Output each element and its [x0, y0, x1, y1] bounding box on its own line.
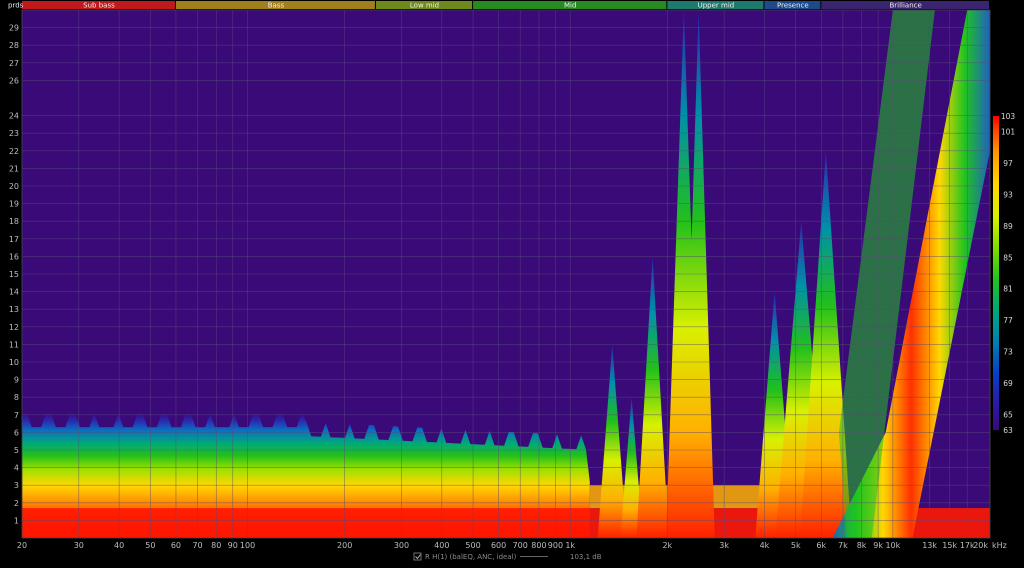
frequency-bands: Sub bass Bass Low mid Mid Upper mid Presence B… — [8, 1, 989, 10]
y-tick-24: 24 — [9, 112, 19, 121]
colorbar-tick-93: 93 — [1003, 191, 1013, 200]
band-label-6: Brilliance — [889, 2, 921, 10]
colorbar-tick-89: 89 — [1003, 222, 1013, 231]
legend-peak-value: 103,1 dB — [570, 553, 602, 561]
colorbar-tick-73: 73 — [1003, 348, 1013, 357]
y-tick-3: 3 — [14, 481, 19, 490]
y-tick-15: 15 — [9, 270, 19, 279]
x-tick-50: 50 — [145, 541, 155, 550]
band-label-3: Mid — [564, 2, 576, 10]
x-tick-1k: 1k — [565, 541, 575, 550]
spectrogram-chart: Sub bass Bass Low mid Mid Upper mid Presence B… — [8, 1, 1015, 561]
x-tick-400: 400 — [434, 541, 449, 550]
x-tick-5k: 5k — [791, 541, 801, 550]
x-tick-500: 500 — [465, 541, 480, 550]
x-tick-6k: 6k — [816, 541, 826, 550]
x-tick-800: 800 — [531, 541, 546, 550]
x-tick-15k: 15k — [942, 541, 957, 550]
y-tick-20: 20 — [9, 182, 19, 191]
y-tick-10: 10 — [9, 358, 19, 367]
colorbar-tick-77: 77 — [1003, 316, 1013, 325]
x-tick-20: 20 — [17, 541, 27, 550]
colorbar-tick-63: 63 — [1003, 426, 1013, 435]
legend: R H(1) (balEQ, ANC, ideal) 103,1 dB — [413, 552, 602, 561]
colorbar-tick-103: 103 — [1001, 112, 1016, 121]
x-tick-40: 40 — [114, 541, 124, 550]
y-tick-5: 5 — [14, 446, 19, 455]
y-tick-13: 13 — [9, 305, 19, 314]
x-tick-90: 90 — [228, 541, 238, 550]
band-label-5: Presence — [777, 2, 809, 10]
y-tick-19: 19 — [9, 200, 19, 209]
y-tick-6: 6 — [14, 428, 19, 437]
band-label-0: Sub bass — [83, 2, 115, 10]
band-label-2: Low mid — [410, 2, 439, 10]
y-tick-22: 22 — [9, 147, 19, 156]
y-tick-4: 4 — [14, 464, 19, 473]
x-tick-30: 30 — [74, 541, 84, 550]
x-tick-3k: 3k — [719, 541, 729, 550]
x-axis-ticks: 20 30 40 50 60 70 80 90 100 200 300 400 500 600 700 800… — [17, 541, 1007, 550]
checkmark-icon — [415, 554, 421, 560]
colorbar-tick-101: 101 — [1001, 128, 1016, 137]
band-label-1: Bass — [268, 2, 285, 10]
colorbar-tick-69: 69 — [1003, 379, 1013, 388]
color-scale-bar: 103 101 97 93 89 85 81 77 73 69 65 63 — [993, 112, 1015, 435]
x-tick-600: 600 — [491, 541, 506, 550]
colorbar-gradient — [993, 116, 999, 430]
y-tick-17: 17 — [9, 235, 19, 244]
x-tick-900: 900 — [548, 541, 563, 550]
x-tick-8k: 8k — [857, 541, 867, 550]
y-tick-12: 12 — [9, 323, 19, 332]
x-unit-label: kHz — [992, 541, 1007, 550]
y-tick-2: 2 — [14, 499, 19, 508]
x-tick-60: 60 — [171, 541, 181, 550]
legend-series-name: R H(1) (balEQ, ANC, ideal) — [425, 553, 517, 561]
y-tick-14: 14 — [9, 288, 19, 297]
x-tick-80: 80 — [211, 541, 221, 550]
y-axis-ticks: 1234567891011121314151617181920212223242… — [9, 24, 19, 526]
y-tick-7: 7 — [14, 411, 19, 420]
y-tick-27: 27 — [9, 59, 19, 68]
y-axis-label: prds — [8, 2, 24, 10]
y-tick-21: 21 — [9, 164, 19, 173]
x-tick-10k: 10k — [885, 541, 900, 550]
y-tick-29: 29 — [9, 24, 19, 33]
x-tick-2k: 2k — [662, 541, 672, 550]
x-tick-200: 200 — [337, 541, 352, 550]
band-label-4: Upper mid — [698, 2, 735, 10]
y-tick-9: 9 — [14, 376, 19, 385]
y-tick-23: 23 — [9, 129, 19, 138]
x-tick-100: 100 — [240, 541, 255, 550]
y-tick-26: 26 — [9, 76, 19, 85]
y-tick-8: 8 — [14, 393, 19, 402]
x-tick-9k: 9k — [873, 541, 883, 550]
y-tick-16: 16 — [9, 252, 19, 261]
y-tick-28: 28 — [9, 41, 19, 50]
y-tick-11: 11 — [9, 340, 19, 349]
x-tick-70: 70 — [192, 541, 202, 550]
colorbar-tick-81: 81 — [1003, 285, 1013, 294]
x-tick-20k: 20k — [973, 541, 988, 550]
x-tick-700: 700 — [513, 541, 528, 550]
x-tick-4k: 4k — [760, 541, 770, 550]
y-tick-1: 1 — [14, 516, 19, 525]
colorbar-tick-97: 97 — [1003, 159, 1013, 168]
x-tick-13k: 13k — [922, 541, 937, 550]
x-tick-300: 300 — [394, 541, 409, 550]
colorbar-tick-65: 65 — [1003, 410, 1013, 419]
x-tick-7k: 7k — [838, 541, 848, 550]
y-tick-18: 18 — [9, 217, 19, 226]
colorbar-tick-85: 85 — [1003, 253, 1013, 262]
